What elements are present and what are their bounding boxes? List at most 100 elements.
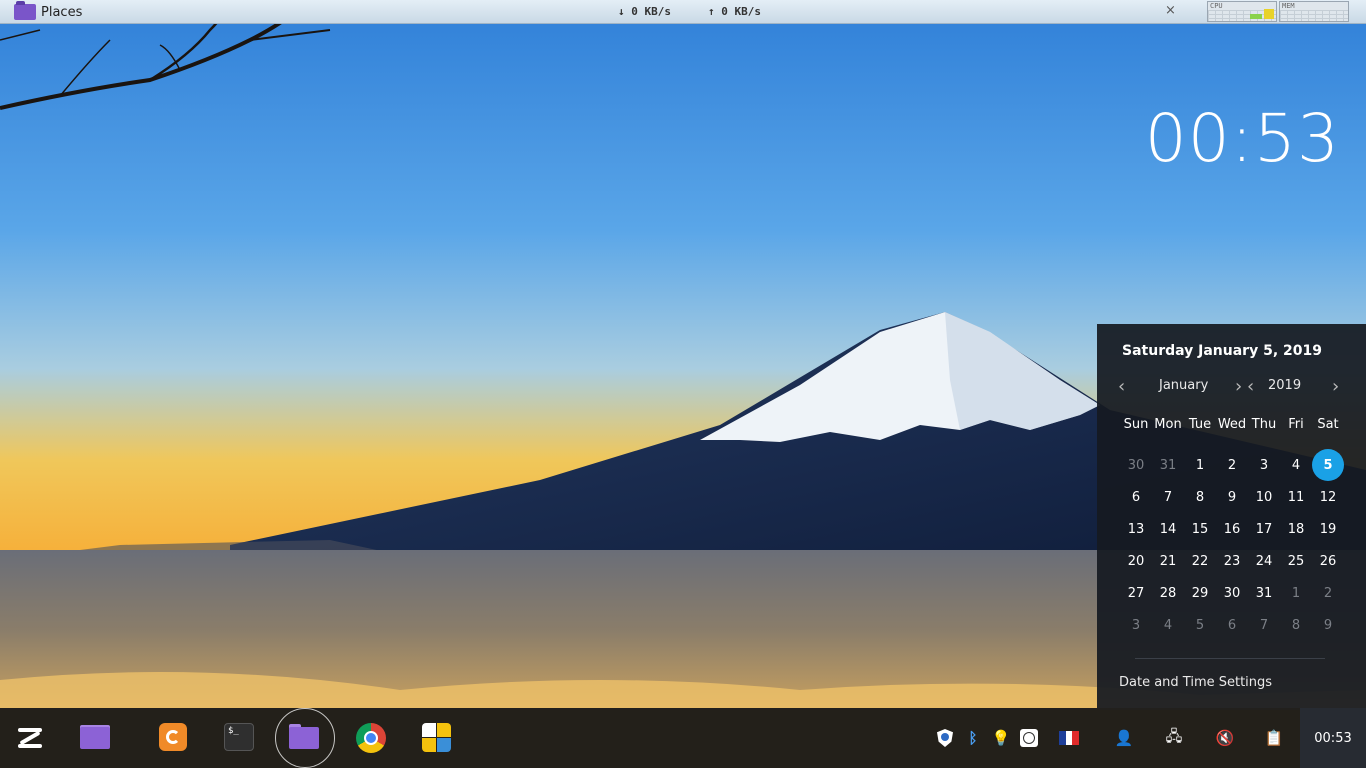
calendar-day[interactable]: 3 xyxy=(1120,609,1152,641)
calendar-day-number: 11 xyxy=(1287,489,1305,505)
calendar-day[interactable]: 25 xyxy=(1280,545,1312,577)
memory-monitor-label: MEM xyxy=(1282,2,1295,10)
calendar-day[interactable]: 2 xyxy=(1216,449,1248,481)
calendar-day[interactable]: 29 xyxy=(1184,577,1216,609)
prev-year-button[interactable]: ‹ xyxy=(1247,376,1254,397)
calendar-day[interactable]: 3 xyxy=(1248,449,1280,481)
calendar-day-number: 2 xyxy=(1323,585,1333,601)
network-download-speed: ↓ 0 KB/s xyxy=(618,5,671,18)
calendar-day[interactable]: 24 xyxy=(1248,545,1280,577)
calendar-day-number: 9 xyxy=(1323,617,1333,633)
calendar-day[interactable]: 17 xyxy=(1248,513,1280,545)
calendar-day[interactable]: 22 xyxy=(1184,545,1216,577)
calendar-day[interactable]: 7 xyxy=(1248,609,1280,641)
calendar-day[interactable]: 2 xyxy=(1312,577,1344,609)
calendar-day[interactable]: 30 xyxy=(1120,449,1152,481)
calendar-day[interactable]: 12 xyxy=(1312,481,1344,513)
clipboard-icon[interactable]: 📋 xyxy=(1263,727,1285,749)
keyboard-layout-flag-icon[interactable] xyxy=(1058,727,1080,749)
calendar-day-number: 31 xyxy=(1159,457,1177,473)
lightbulb-icon[interactable]: 💡 xyxy=(990,727,1012,749)
calendar-day[interactable]: 5 xyxy=(1184,609,1216,641)
calendar-day[interactable]: 11 xyxy=(1280,481,1312,513)
calendar-day[interactable]: 10 xyxy=(1248,481,1280,513)
calendar-day[interactable]: 1 xyxy=(1280,577,1312,609)
calendar-day[interactable]: 7 xyxy=(1152,481,1184,513)
places-label: Places xyxy=(41,4,83,20)
calendar-popup: Saturday January 5, 2019 ‹ January › ‹ 2… xyxy=(1097,324,1366,708)
taskbar-clock: 00:53 xyxy=(1314,730,1352,746)
calendar-day[interactable]: 23 xyxy=(1216,545,1248,577)
calendar-day[interactable]: 15 xyxy=(1184,513,1216,545)
files-active-app-button[interactable] xyxy=(275,708,335,768)
memory-monitor[interactable]: MEM xyxy=(1279,1,1349,22)
calendar-day-today[interactable]: 5 xyxy=(1312,449,1344,481)
firefox-icon-ring xyxy=(166,730,180,744)
places-menu-button[interactable]: Places xyxy=(14,1,83,22)
calendar-day-number: 30 xyxy=(1223,585,1241,601)
next-month-button[interactable]: › xyxy=(1235,376,1242,397)
next-year-button[interactable]: › xyxy=(1332,376,1339,397)
flag-stripe xyxy=(1072,731,1080,745)
prev-month-button[interactable]: ‹ xyxy=(1118,376,1125,397)
calendar-day[interactable]: 14 xyxy=(1152,513,1184,545)
firefox-app-button[interactable] xyxy=(159,723,189,753)
calendar-day[interactable]: 27 xyxy=(1120,577,1152,609)
weekday-label: Sun xyxy=(1123,417,1149,432)
date-time-settings-link[interactable]: Date and Time Settings xyxy=(1119,675,1272,690)
calendar-day[interactable]: 8 xyxy=(1280,609,1312,641)
calendar-day-number: 20 xyxy=(1127,553,1145,569)
calendar-day-number: 29 xyxy=(1191,585,1209,601)
software-store-app-button[interactable] xyxy=(422,723,452,753)
calendar-day[interactable]: 19 xyxy=(1312,513,1344,545)
calendar-day[interactable]: 6 xyxy=(1120,481,1152,513)
calendar-year: 2019 xyxy=(1268,378,1302,393)
calendar-day[interactable]: 9 xyxy=(1216,481,1248,513)
flag-stripe xyxy=(1065,731,1073,745)
calendar-day[interactable]: 13 xyxy=(1120,513,1152,545)
calendar-day[interactable]: 1 xyxy=(1184,449,1216,481)
chrome-app-button[interactable] xyxy=(356,723,386,753)
calendar-weekdays: Sun Mon Tue Wed Thu Fri Sat xyxy=(1120,417,1360,432)
calendar-day[interactable]: 28 xyxy=(1152,577,1184,609)
calendar-day-number: 7 xyxy=(1163,489,1173,505)
calendar-day[interactable]: 4 xyxy=(1152,609,1184,641)
bluetooth-icon[interactable]: ᛒ xyxy=(962,727,984,749)
calendar-day[interactable]: 30 xyxy=(1216,577,1248,609)
user-icon[interactable]: 👤 xyxy=(1113,727,1135,749)
calendar-day[interactable]: 18 xyxy=(1280,513,1312,545)
calendar-day[interactable]: 31 xyxy=(1248,577,1280,609)
calendar-day-number: 23 xyxy=(1223,553,1241,569)
calendar-day[interactable]: 8 xyxy=(1184,481,1216,513)
calendar-day-number: 3 xyxy=(1259,457,1269,473)
calendar-day[interactable]: 4 xyxy=(1280,449,1312,481)
calendar-month: January xyxy=(1159,378,1209,393)
calendar-day-number: 25 xyxy=(1287,553,1305,569)
calendar-day[interactable]: 26 xyxy=(1312,545,1344,577)
terminal-app-button[interactable]: $_ xyxy=(224,723,254,753)
calendar-day[interactable]: 20 xyxy=(1120,545,1152,577)
calendar-day[interactable]: 9 xyxy=(1312,609,1344,641)
network-icon[interactable]: 🖧 xyxy=(1163,727,1185,749)
close-icon[interactable]: × xyxy=(1165,3,1176,18)
files-app-button[interactable] xyxy=(80,723,110,753)
network-upload-speed: ↑ 0 KB/s xyxy=(708,5,761,18)
calendar-day[interactable]: 16 xyxy=(1216,513,1248,545)
folder-icon-body xyxy=(80,727,110,749)
calendar-day[interactable]: 6 xyxy=(1216,609,1248,641)
security-shield-icon[interactable] xyxy=(934,727,956,749)
calendar-day-number: 4 xyxy=(1291,457,1301,473)
calendar-day[interactable]: 31 xyxy=(1152,449,1184,481)
cpu-usage-bar xyxy=(1264,9,1274,19)
calendar-day-grid: 30 31 1 2 3 4 5 6 7 8 9 10 11 12 13 14 15 16 17 18 19 20 21 22 2… xyxy=(1120,449,1360,641)
taskbar-clock-button[interactable]: 00:53 xyxy=(1300,708,1366,768)
calendar-day-number: 1 xyxy=(1291,585,1301,601)
clock-icon[interactable] xyxy=(1018,727,1040,749)
zorin-logo-icon-stroke xyxy=(18,744,42,748)
cpu-monitor-label: CPU xyxy=(1210,2,1223,10)
calendar-day[interactable]: 21 xyxy=(1152,545,1184,577)
cpu-monitor[interactable]: CPU xyxy=(1207,1,1277,22)
zorin-menu-button[interactable] xyxy=(14,722,46,754)
weekday-label: Fri xyxy=(1288,417,1304,432)
volume-muted-icon[interactable]: 🔇 xyxy=(1214,727,1236,749)
